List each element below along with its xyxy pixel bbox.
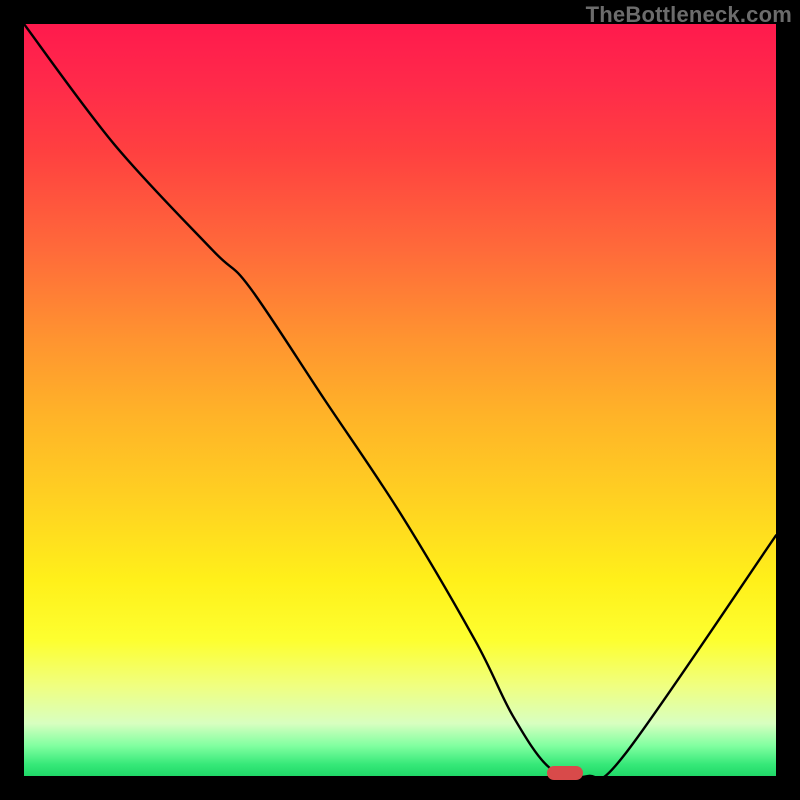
bottleneck-curve — [24, 24, 776, 776]
chart-container: TheBottleneck.com — [0, 0, 800, 800]
optimal-marker — [547, 766, 583, 780]
curve-path — [24, 24, 776, 776]
plot-area — [24, 24, 776, 776]
